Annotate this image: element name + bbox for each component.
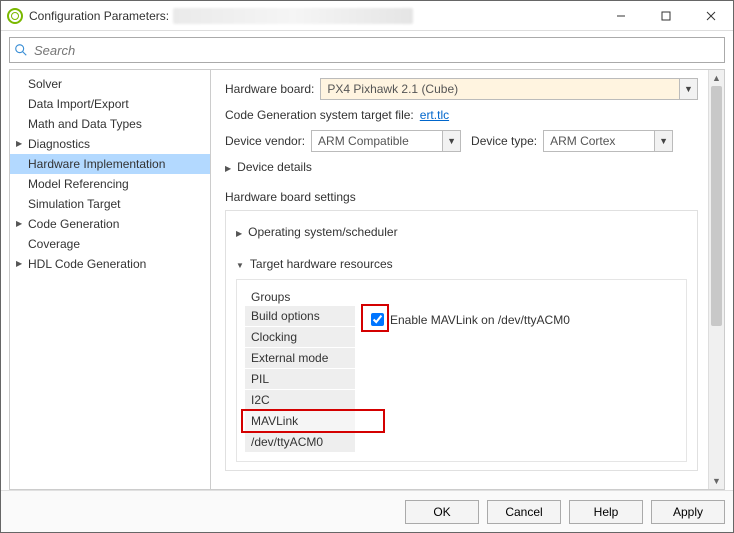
search-field[interactable] (9, 37, 725, 63)
dialog-window: Configuration Parameters: SolverData Imp… (0, 0, 734, 533)
help-button[interactable]: Help (569, 500, 643, 524)
group-item-clocking[interactable]: Clocking (245, 327, 355, 348)
ok-button[interactable]: OK (405, 500, 479, 524)
minimize-button[interactable] (598, 1, 643, 31)
device-vendor-value: ARM Compatible (312, 134, 442, 148)
window-title: Configuration Parameters: (29, 9, 169, 23)
group-item-i2c[interactable]: I2C (245, 390, 355, 411)
group-detail: Enable MAVLink on /dev/ttyACM0 (355, 288, 678, 453)
device-type-value: ARM Cortex (544, 134, 654, 148)
body: SolverData Import/ExportMath and Data Ty… (9, 69, 725, 490)
mavlink-enable-label: Enable MAVLink on /dev/ttyACM0 (390, 313, 570, 327)
cancel-button[interactable]: Cancel (487, 500, 561, 524)
sidebar-item-solver[interactable]: Solver (10, 74, 210, 94)
scroll-down-icon[interactable]: ▼ (709, 473, 724, 489)
groups-header: Groups (245, 288, 355, 306)
maximize-button[interactable] (643, 1, 688, 31)
chevron-down-icon: ▼ (654, 131, 672, 151)
mavlink-enable-row: Enable MAVLink on /dev/ttyACM0 (367, 310, 570, 329)
mavlink-enable-checkbox[interactable] (371, 313, 384, 326)
os-scheduler-expander[interactable]: Operating system/scheduler (236, 225, 687, 239)
button-bar: OK Cancel Help Apply (1, 490, 733, 532)
group-item-external-mode[interactable]: External mode (245, 348, 355, 369)
target-hw-resources-panel: Groups Build optionsClockingExternal mod… (236, 279, 687, 462)
titlebar: Configuration Parameters: (1, 1, 733, 31)
hardware-board-label: Hardware board: (225, 82, 314, 96)
title-redacted (173, 8, 413, 24)
scroll-up-icon[interactable]: ▲ (709, 70, 724, 86)
search-input[interactable] (32, 42, 720, 59)
codegen-target-link[interactable]: ert.tlc (420, 108, 449, 122)
group-item-build-options[interactable]: Build options (245, 306, 355, 327)
sidebar-item-hardware-implementation[interactable]: Hardware Implementation (10, 154, 210, 174)
sidebar-item-simulation-target[interactable]: Simulation Target (10, 194, 210, 214)
device-vendor-label: Device vendor: (225, 134, 305, 148)
device-type-dropdown[interactable]: ARM Cortex ▼ (543, 130, 673, 152)
group-item-pil[interactable]: PIL (245, 369, 355, 390)
device-vendor-dropdown[interactable]: ARM Compatible ▼ (311, 130, 461, 152)
scroll-thumb[interactable] (711, 86, 722, 326)
sidebar-item-data-import-export[interactable]: Data Import/Export (10, 94, 210, 114)
vertical-scrollbar[interactable]: ▲ ▼ (708, 70, 724, 489)
hardware-board-dropdown[interactable]: PX4 Pixhawk 2.1 (Cube) ▼ (320, 78, 698, 100)
board-settings-heading: Hardware board settings (225, 190, 698, 204)
chevron-down-icon: ▼ (679, 79, 697, 99)
sidebar-item-diagnostics[interactable]: Diagnostics (10, 134, 210, 154)
chevron-down-icon: ▼ (442, 131, 460, 151)
sidebar-item-hdl-code-generation[interactable]: HDL Code Generation (10, 254, 210, 274)
category-sidebar[interactable]: SolverData Import/ExportMath and Data Ty… (9, 69, 211, 490)
apply-button[interactable]: Apply (651, 500, 725, 524)
main-scroll: Hardware board: PX4 Pixhawk 2.1 (Cube) ▼… (211, 70, 708, 489)
sidebar-item-coverage[interactable]: Coverage (10, 234, 210, 254)
board-settings-panel: Operating system/scheduler Target hardwa… (225, 210, 698, 471)
device-details-expander[interactable]: Device details (225, 160, 698, 174)
group-item-mavlink[interactable]: MAVLink (245, 411, 355, 432)
content-area: SolverData Import/ExportMath and Data Ty… (1, 31, 733, 490)
main-panel: Hardware board: PX4 Pixhawk 2.1 (Cube) ▼… (211, 69, 725, 490)
target-hw-resources-expander[interactable]: Target hardware resources (236, 257, 687, 271)
close-button[interactable] (688, 1, 733, 31)
sidebar-item-math-and-data-types[interactable]: Math and Data Types (10, 114, 210, 134)
codegen-target-label: Code Generation system target file: (225, 108, 414, 122)
device-type-label: Device type: (471, 134, 537, 148)
sidebar-item-code-generation[interactable]: Code Generation (10, 214, 210, 234)
group-item--dev-ttyacm0[interactable]: /dev/ttyACM0 (245, 432, 355, 453)
hardware-board-value: PX4 Pixhawk 2.1 (Cube) (321, 82, 679, 96)
sidebar-item-model-referencing[interactable]: Model Referencing (10, 174, 210, 194)
app-icon (7, 8, 23, 24)
groups-column: Groups Build optionsClockingExternal mod… (245, 288, 355, 453)
search-icon (14, 43, 28, 57)
